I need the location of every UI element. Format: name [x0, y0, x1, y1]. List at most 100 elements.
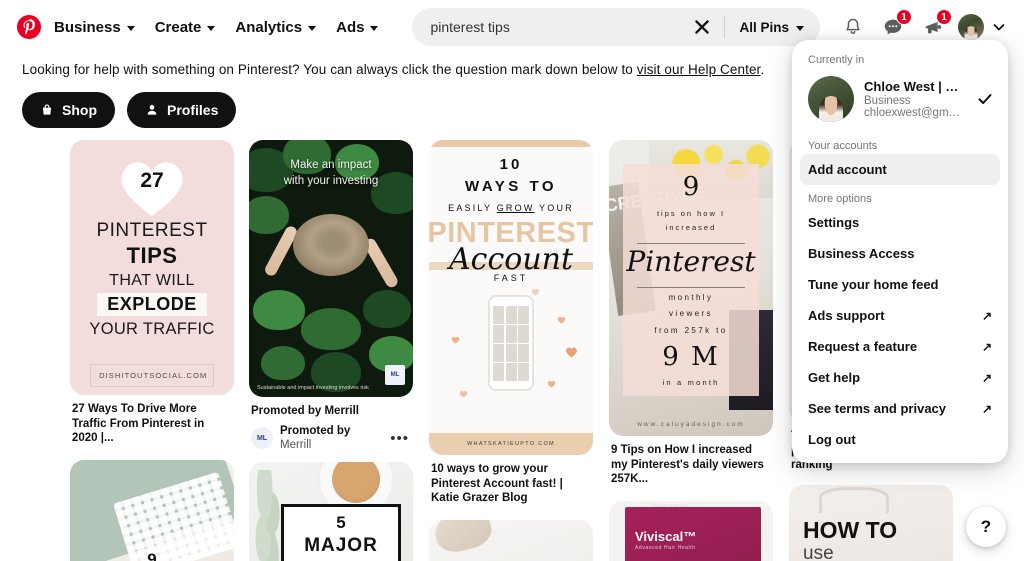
hat-graphic [293, 214, 369, 276]
menu-item-ads-support[interactable]: Ads support ↗ [800, 300, 1000, 331]
menu-item-business-access[interactable]: Business Access [800, 238, 1000, 269]
pin-card-5-major[interactable]: 5 MAJOR [249, 462, 413, 561]
account-menu-toggle[interactable] [986, 12, 1012, 42]
pin-line-3: monthly [668, 292, 714, 302]
messages-button[interactable]: 1 [876, 9, 912, 44]
pin-line-1: 9 [147, 549, 157, 561]
menu-item-label: Settings [808, 215, 860, 230]
pin-image[interactable]: 9 STEPS TO REALLY [70, 460, 234, 561]
pinterest-logo-button[interactable] [12, 10, 46, 44]
pin-big-number: 9 M [662, 341, 720, 372]
chevron-down-icon [796, 25, 804, 31]
menu-item-request-a-feature[interactable]: Request a feature ↗ [800, 331, 1000, 362]
pin-card-9-steps[interactable]: 9 STEPS TO REALLY [70, 460, 234, 561]
pin-card-viviscal[interactable]: NUTRITIONAL Viviscal™ Advanced Hair Heal… [609, 501, 773, 561]
nav-item-analytics-label: Analytics [235, 18, 303, 36]
pin-overlay-line-2: with your investing [283, 174, 379, 187]
add-account-button[interactable]: Add account [800, 154, 1000, 185]
help-banner-text: Looking for help with something on Pinte… [22, 62, 637, 77]
filter-chip-shop-label: Shop [62, 102, 97, 118]
notifications-button[interactable] [836, 10, 870, 44]
pin-card-10-ways[interactable]: 10 WAYS TO EASILY GROW YOUR PINTEREST Ac… [429, 140, 593, 506]
pin-artwork: 10 WAYS TO EASILY GROW YOUR PINTEREST Ac… [429, 140, 593, 455]
nav-item-business[interactable]: Business [44, 11, 145, 44]
check-icon [978, 94, 992, 104]
menu-item-see-terms-and-privacy[interactable]: See terms and privacy ↗ [800, 393, 1000, 424]
account-name: Chloe West | Soci... [864, 79, 966, 94]
bell-icon [846, 18, 860, 34]
pin-subtitle: tips on how I increased [657, 207, 725, 236]
pin-line-5: YOUR TRAFFIC [89, 320, 215, 338]
pinterest-logo-icon [17, 15, 41, 39]
pin-site-label: www.caluyadesign.com [637, 421, 745, 428]
pin-line-3: THAT WILL [109, 272, 195, 289]
pin-artwork: NUTRITIONAL Viviscal™ Advanced Hair Heal… [609, 501, 773, 561]
pin-line-2: increased [665, 223, 717, 233]
your-accounts-label: Your accounts [808, 140, 878, 152]
pin-line-2: use [803, 543, 834, 561]
phone-mockup [488, 295, 534, 391]
menu-item-settings[interactable]: Settings [800, 207, 1000, 238]
promoted-label: Promoted by [280, 424, 351, 437]
pin-card-the-dos[interactable]: THE DO's [429, 520, 593, 561]
current-account-row[interactable]: Chloe West | Soci... Business chloexwest… [792, 72, 1008, 132]
pin-card-merrill-promoted[interactable]: Make an impact with your investing Susta… [249, 140, 413, 452]
external-link-icon: ↗ [981, 308, 992, 323]
pin-image[interactable]: Make an impact with your investing Susta… [249, 140, 413, 397]
avatar[interactable] [958, 14, 984, 40]
menu-item-tune-your-home-feed[interactable]: Tune your home feed [800, 269, 1000, 300]
nav-item-create-label: Create [154, 18, 202, 36]
pin-card-how-to-use-keywords[interactable]: HOW TO use KEYWORDS [789, 485, 953, 561]
nav-item-create[interactable]: Create [145, 11, 226, 44]
pin-column-3: 10 WAYS TO EASILY GROW YOUR PINTEREST Ac… [429, 140, 593, 561]
pin-column-2: Make an impact with your investing Susta… [249, 140, 413, 561]
nav-item-ads[interactable]: Ads [326, 11, 388, 44]
pin-column-4: CREATIVES 9 tips on how I increased Pint… [609, 140, 773, 561]
close-icon [695, 20, 710, 34]
pin-image[interactable]: 27 PINTEREST TIPS THAT WILL EXPLODE YOUR… [70, 140, 234, 395]
pin-line-3-post: YOUR [534, 203, 574, 213]
pin-card-27-pinterest-tips[interactable]: 27 PINTEREST TIPS THAT WILL EXPLODE YOUR… [70, 140, 234, 446]
help-button[interactable]: ? [966, 507, 1006, 547]
pin-card-9-tips-pinterest[interactable]: CREATIVES 9 tips on how I increased Pint… [609, 140, 773, 487]
decorative-object [430, 520, 496, 557]
search-clear-button[interactable] [688, 13, 716, 41]
external-link-icon: ↗ [981, 339, 992, 354]
pin-line-2: MAJOR [304, 535, 378, 557]
pin-text-panel: 9 tips on how I increased Pinterest mont… [623, 164, 759, 396]
pin-line-1: 5 [336, 513, 346, 533]
pin-image[interactable]: 5 MAJOR [249, 462, 413, 561]
pin-disclaimer: Sustainable and impact investing involve… [257, 385, 369, 391]
pin-text-frame: 5 MAJOR [281, 504, 401, 561]
nav-item-ads-label: Ads [336, 18, 365, 36]
help-center-link[interactable]: visit our Help Center [637, 62, 761, 77]
updates-button[interactable]: 1 [916, 9, 952, 44]
pin-number: 9 [682, 172, 700, 202]
chevron-down-icon [370, 25, 379, 31]
pin-line-4: EXPLODE [97, 293, 207, 316]
search-input[interactable] [428, 8, 689, 46]
filter-chip-group: Shop Profiles [22, 92, 237, 128]
product-brand: Viviscal™ [635, 529, 697, 545]
pin-image[interactable]: 10 WAYS TO EASILY GROW YOUR PINTEREST Ac… [429, 140, 593, 455]
pin-line-2: WAYS TO [464, 178, 558, 195]
pin-caption: 9 Tips on How I increased my Pinterest's… [611, 444, 764, 486]
search-bar[interactable]: All Pins [412, 8, 820, 46]
filter-chip-profiles[interactable]: Profiles [127, 92, 237, 128]
pin-image[interactable]: THE DO's [429, 520, 593, 561]
more-options-icon[interactable]: ••• [390, 430, 411, 447]
pin-image[interactable]: HOW TO use KEYWORDS [789, 485, 953, 561]
promoted-text: Promoted by Merrill [280, 424, 383, 453]
account-type: Business [864, 95, 911, 107]
menu-item-log-out[interactable]: Log out [800, 424, 1000, 455]
nav-item-analytics[interactable]: Analytics [225, 11, 326, 44]
pin-artwork: CREATIVES 9 tips on how I increased Pint… [609, 140, 773, 436]
pin-overlay-line-1: Make an impact [290, 159, 372, 171]
filter-chip-shop[interactable]: Shop [22, 92, 115, 128]
all-pins-filter-button[interactable]: All Pins [731, 14, 812, 41]
menu-item-get-help[interactable]: Get help ↗ [800, 362, 1000, 393]
pin-image[interactable]: NUTRITIONAL Viviscal™ Advanced Hair Heal… [609, 501, 773, 561]
pin-image[interactable]: CREATIVES 9 tips on how I increased Pint… [609, 140, 773, 436]
more-options-list: Settings Business Access Tune your home … [792, 207, 1008, 455]
chevron-down-icon [993, 24, 1005, 31]
